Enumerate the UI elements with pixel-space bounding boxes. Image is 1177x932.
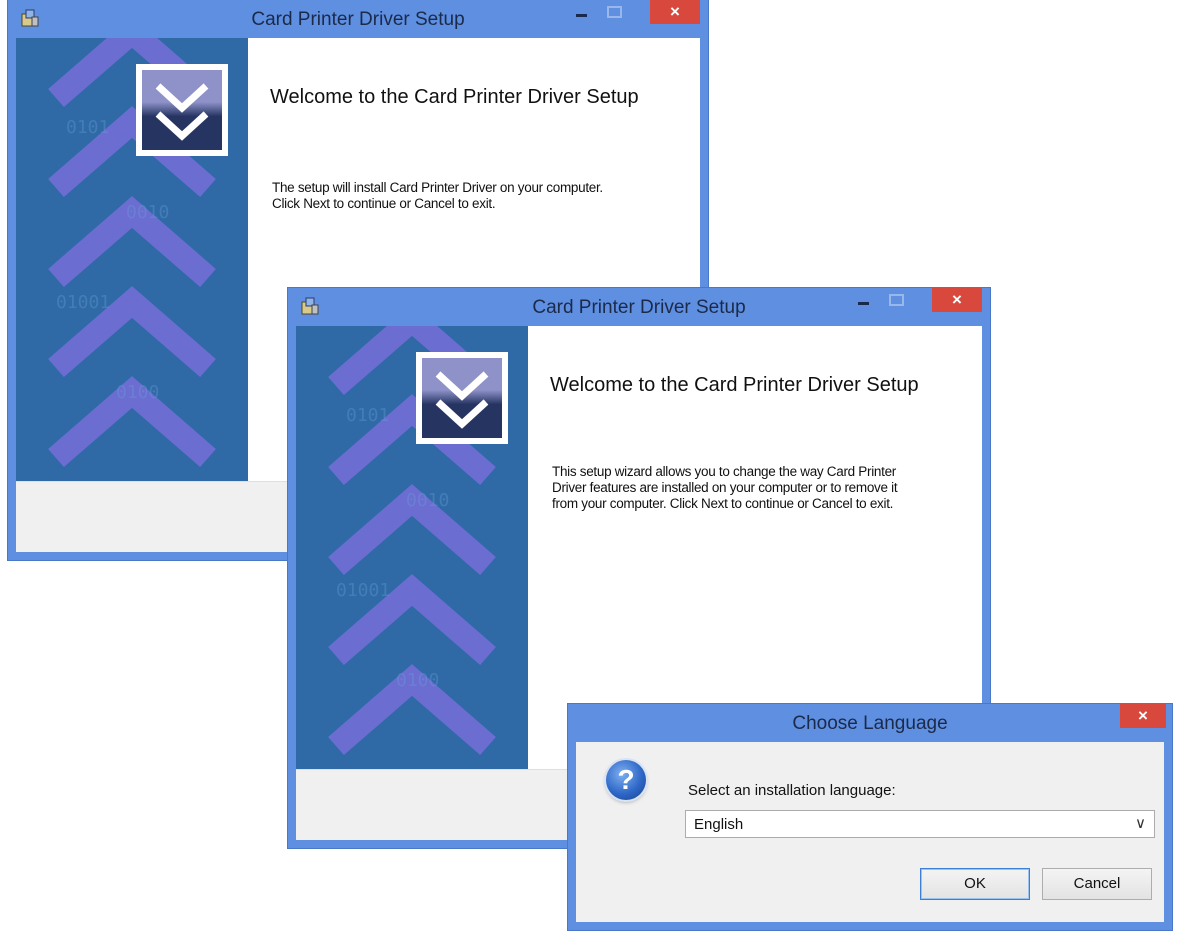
title-bar[interactable]: Card Printer Driver Setup ×	[8, 0, 708, 38]
chevron-down-icon[interactable]: ∨	[1135, 814, 1146, 832]
double-chevron-icon	[435, 371, 489, 429]
svg-text:0100: 0100	[396, 670, 439, 691]
minimize-button[interactable]	[566, 0, 596, 24]
maximize-button[interactable]	[600, 0, 628, 24]
title-bar[interactable]: Choose Language ×	[568, 704, 1172, 742]
question-icon: ?	[606, 760, 646, 800]
side-banner: 0101 0010 01001 0100	[296, 326, 528, 770]
close-button[interactable]: ×	[650, 0, 700, 24]
svg-text:0101: 0101	[346, 405, 389, 426]
dialog-body: ? Select an installation language: Engli…	[576, 742, 1164, 922]
setup-logo	[416, 352, 508, 444]
svg-text:01001: 01001	[336, 580, 390, 601]
close-button[interactable]: ×	[1120, 704, 1166, 728]
svg-text:0101: 0101	[66, 117, 109, 138]
welcome-heading: Welcome to the Card Printer Driver Setup	[270, 86, 639, 108]
intro-text-line-2: Click Next to continue or Cancel to exit…	[272, 196, 496, 211]
intro-text-line-2: Driver features are installed on your co…	[552, 480, 898, 495]
svg-text:0010: 0010	[406, 490, 449, 511]
choose-language-dialog: Choose Language × ? Select an installati…	[568, 704, 1172, 930]
minimize-button[interactable]	[848, 288, 878, 312]
ok-button[interactable]: OK	[920, 868, 1030, 900]
maximize-button[interactable]	[882, 288, 910, 312]
welcome-heading: Welcome to the Card Printer Driver Setup	[550, 374, 919, 396]
selected-language: English	[694, 816, 744, 833]
intro-text-line-1: This setup wizard allows you to change t…	[552, 464, 896, 479]
setup-logo	[136, 64, 228, 156]
cancel-button[interactable]: Cancel	[1042, 868, 1152, 900]
intro-text-line-1: The setup will install Card Printer Driv…	[272, 180, 603, 195]
language-select[interactable]: English ∨	[685, 810, 1155, 838]
language-prompt: Select an installation language:	[688, 782, 896, 799]
svg-text:01001: 01001	[56, 292, 110, 313]
svg-text:0010: 0010	[126, 202, 169, 223]
close-button[interactable]: ×	[932, 288, 982, 312]
title-bar[interactable]: Card Printer Driver Setup ×	[288, 288, 990, 326]
double-chevron-icon	[155, 83, 209, 141]
intro-text-line-3: from your computer. Click Next to contin…	[552, 496, 894, 511]
side-banner: 0101 0010 01001 0100	[16, 38, 248, 482]
dialog-title: Choose Language	[792, 713, 948, 734]
svg-text:0100: 0100	[116, 382, 159, 403]
